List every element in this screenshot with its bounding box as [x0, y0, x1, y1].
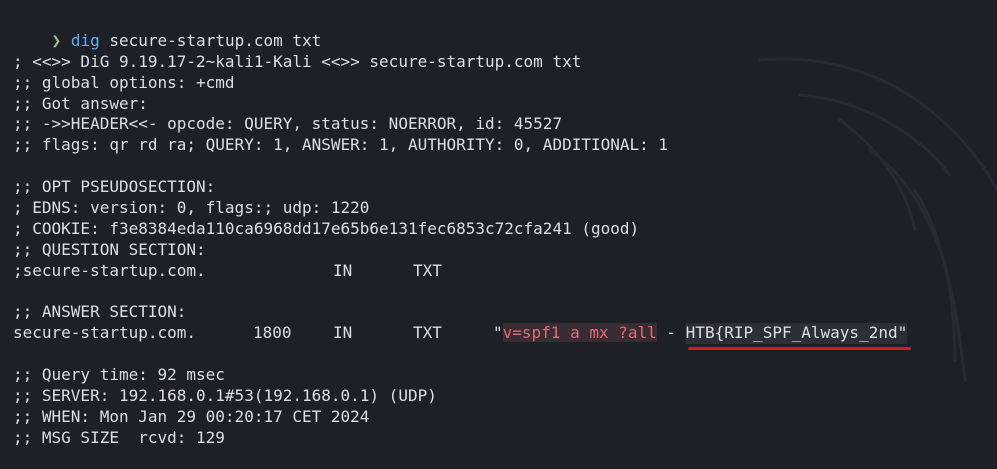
terminal-output[interactable]: ❯ dig secure-startup.com txt ; <<>> DiG …: [13, 10, 988, 449]
question-type: TXT: [413, 260, 442, 280]
edns-line: ; EDNS: version: 0, flags:; udp: 1220: [13, 198, 370, 218]
query-time: ;; Query time: 92 msec: [13, 365, 225, 385]
answer-name: secure-startup.com.: [13, 323, 197, 343]
answer-type: TXT: [413, 323, 442, 343]
opt-section-heading: ;; OPT PSEUDOSECTION:: [13, 177, 216, 197]
question-class: IN: [333, 260, 353, 280]
msg-size-line: ;; MSG SIZE rcvd: 129: [13, 427, 225, 447]
question-section-heading: ;; QUESTION SECTION:: [13, 239, 206, 259]
prompt-chevron-icon: ❯: [51, 30, 62, 50]
got-answer: ;; Got answer:: [13, 93, 148, 113]
cookie-line: ; COOKIE: f3e8384eda110ca6968dd17e65b6e1…: [13, 218, 640, 238]
answer-record: secure-startup.com. 1800 IN TXT "v=spf1 a mx…: [13, 323, 988, 351]
spf-record-value: v=spf1 a mx ?all: [502, 323, 657, 343]
htb-flag: HTB{RIP_SPF_Always_2nd": [685, 323, 912, 351]
header-line: ;; ->>HEADER<<- opcode: QUERY, status: N…: [13, 114, 563, 134]
answer-separator: -: [656, 323, 686, 343]
server-line: ;; SERVER: 192.168.0.1#53(192.168.0.1) (…: [13, 386, 437, 406]
question-record: ;secure-startup.com. IN TXT: [13, 261, 988, 282]
dig-banner: ; <<>> DiG 9.19.17-2~kali1-Kali <<>> sec…: [13, 51, 582, 71]
answer-class: IN: [333, 323, 353, 343]
command-args: secure-startup.com txt: [109, 30, 322, 50]
global-options: ;; global options: +cmd: [13, 72, 235, 92]
answer-section-heading: ;; ANSWER SECTION:: [13, 302, 187, 322]
flag-underline-annotation: [687, 347, 912, 351]
when-line: ;; WHEN: Mon Jan 29 00:20:17 CET 2024: [13, 406, 370, 426]
question-name: ;secure-startup.com.: [13, 260, 206, 280]
answer-ttl: 1800: [253, 323, 292, 343]
htb-flag-text: HTB{RIP_SPF_Always_2nd": [685, 323, 908, 343]
prompt-line: ❯ dig secure-startup.com txt: [13, 10, 988, 50]
answer-quote-open: ": [493, 323, 503, 343]
flags-line: ;; flags: qr rd ra; QUERY: 1, ANSWER: 1,…: [13, 135, 669, 155]
command-name: dig: [70, 30, 100, 50]
